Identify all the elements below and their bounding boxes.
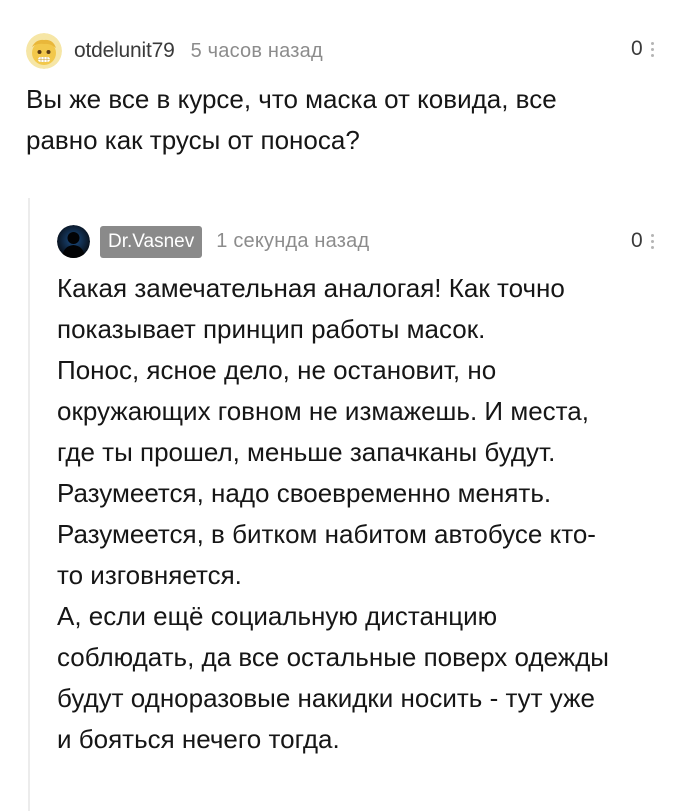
parent-username[interactable]: otdelunit79 (74, 39, 175, 63)
thread-line (28, 198, 30, 811)
parent-comment-text: Вы же все в курсе, что маска от ковида, … (26, 84, 557, 155)
parent-rating: 0 (631, 37, 654, 61)
reply-comment-text: Какая замечательная аналогая! Как точно … (57, 273, 609, 754)
more-options-icon[interactable] (650, 233, 654, 249)
reply-rating-value: 0 (631, 229, 643, 252)
parent-timestamp: 5 часов назад (190, 39, 323, 62)
reply-rating: 0 (631, 229, 654, 253)
parent-comment-header: otdelunit79 5 часов назад (26, 33, 323, 69)
reply-timestamp: 1 секунда назад (216, 230, 370, 252)
more-options-icon[interactable] (650, 41, 654, 57)
parent-rating-value: 0 (631, 37, 643, 60)
reply-comment-header: Dr.Vasnev 1 секунда назад (57, 225, 369, 258)
dark-silhouette-avatar-icon[interactable] (57, 225, 90, 258)
emoji-avatar-icon[interactable] (26, 33, 62, 69)
reply-username-badge[interactable]: Dr.Vasnev (100, 225, 203, 258)
